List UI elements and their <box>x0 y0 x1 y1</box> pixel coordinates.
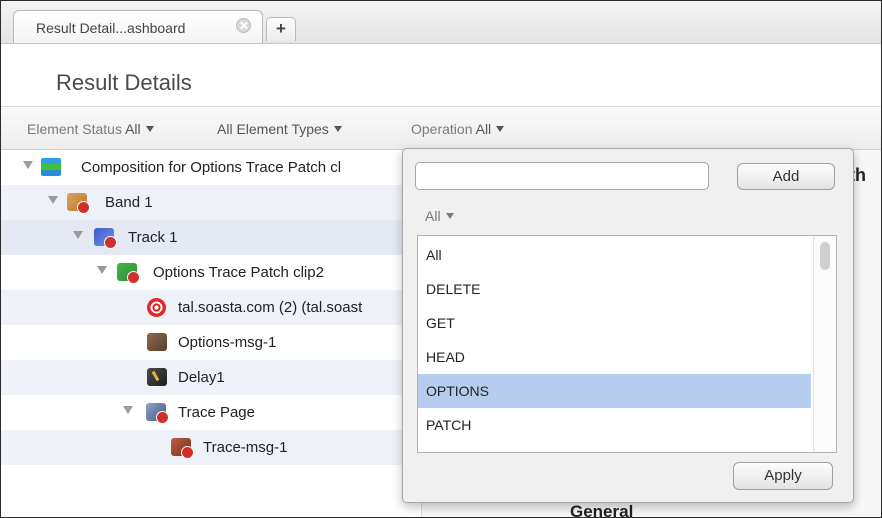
tree-row[interactable]: Options Trace Patch clip2 <box>1 255 421 290</box>
error-badge-icon <box>127 271 140 284</box>
operation-label: Operation <box>411 121 473 137</box>
element-types-value: All Element Types <box>217 121 329 137</box>
chevron-down-icon <box>333 126 342 132</box>
tree-item-label: Trace Page <box>178 404 255 421</box>
clip-error-icon <box>117 263 140 284</box>
close-icon[interactable] <box>236 18 251 33</box>
tab-strip: Result Detail...ashboard + <box>1 1 881 44</box>
apply-button[interactable]: Apply <box>733 462 833 490</box>
disclosure-triangle-icon[interactable] <box>48 196 58 204</box>
operation-list[interactable]: All DELETE GET HEAD OPTIONS PATCH <box>417 235 837 453</box>
tree-item-label: Composition for Options Trace Patch cl <box>81 159 342 176</box>
list-item[interactable]: HEAD <box>418 340 811 374</box>
disclosure-triangle-icon[interactable] <box>123 406 133 414</box>
tree-row[interactable]: Composition for Options Trace Patch cl <box>1 150 421 185</box>
message-icon <box>147 333 167 351</box>
tree-row[interactable]: Band 1 <box>1 185 421 220</box>
tree-row[interactable]: Trace Page <box>1 395 421 430</box>
list-item-selected[interactable]: OPTIONS <box>418 374 811 408</box>
disclosure-triangle-icon[interactable] <box>97 266 107 274</box>
tree-row[interactable]: tal.soasta.com (2) (tal.soast <box>1 290 421 325</box>
element-types-filter[interactable]: All Element Types <box>217 121 342 137</box>
operation-search-input[interactable] <box>415 162 709 190</box>
error-badge-icon <box>104 236 117 249</box>
band-error-icon <box>67 193 90 214</box>
target-icon <box>147 298 166 317</box>
tab-title: Result Detail...ashboard <box>36 20 186 36</box>
app-window: Result Detail...ashboard + Result Detail… <box>0 0 882 518</box>
result-tree: Composition for Options Trace Patch cl B… <box>1 150 421 517</box>
tree-item-label: Track 1 <box>128 229 178 246</box>
list-item[interactable]: All <box>418 238 811 272</box>
tree-row-empty <box>1 465 421 500</box>
tree-item-label: Trace-msg-1 <box>203 439 288 456</box>
error-badge-icon <box>77 201 90 214</box>
operation-value: All <box>475 121 492 137</box>
list-item[interactable]: GET <box>418 306 811 340</box>
new-tab-button[interactable]: + <box>266 17 296 41</box>
element-status-label: Element Status <box>27 121 122 137</box>
tree-item-label: Band 1 <box>105 194 153 211</box>
scrollbar[interactable] <box>813 236 836 452</box>
filter-bar: Element Status All All Element Types Ope… <box>1 107 881 150</box>
error-badge-icon <box>181 446 194 459</box>
tab-result-details-dashboard[interactable]: Result Detail...ashboard <box>13 10 263 43</box>
page-title: Result Details <box>56 70 192 95</box>
tree-item-label: Options Trace Patch clip2 <box>153 264 324 281</box>
popup-subfilter[interactable]: All <box>425 208 454 224</box>
error-badge-icon <box>156 411 169 424</box>
page-header: Result Details <box>1 44 881 107</box>
list-item[interactable]: DELETE <box>418 272 811 306</box>
operation-filter-popup: Add All All DELETE GET HEAD OPTIONS PATC… <box>402 148 854 503</box>
message-error-icon <box>171 438 194 459</box>
chevron-down-icon <box>496 126 505 132</box>
disclosure-triangle-icon[interactable] <box>23 161 33 169</box>
list-item[interactable]: PATCH <box>418 408 811 442</box>
tree-item-label: Delay1 <box>178 369 225 386</box>
tree-item-label: Options-msg-1 <box>178 334 277 351</box>
page-error-icon <box>146 403 169 424</box>
chevron-down-icon <box>445 213 454 219</box>
delay-icon <box>147 368 167 386</box>
track-error-icon <box>94 228 117 249</box>
tree-row[interactable]: Track 1 <box>1 220 421 255</box>
element-status-filter[interactable]: Element Status All <box>27 121 154 137</box>
tree-item-label: tal.soasta.com (2) (tal.soast <box>178 299 363 316</box>
composition-icon <box>41 158 61 176</box>
add-button[interactable]: Add <box>737 163 835 190</box>
element-status-value: All <box>125 121 141 137</box>
disclosure-triangle-icon[interactable] <box>73 231 83 239</box>
tree-row[interactable]: Options-msg-1 <box>1 325 421 360</box>
scrollbar-thumb[interactable] <box>820 242 830 270</box>
chevron-down-icon <box>145 126 154 132</box>
tree-row[interactable]: Trace-msg-1 <box>1 430 421 465</box>
operation-filter[interactable]: Operation All <box>411 121 505 137</box>
details-section-general: General <box>570 502 634 518</box>
popup-subfilter-value: All <box>425 208 441 224</box>
tree-row[interactable]: Delay1 <box>1 360 421 395</box>
